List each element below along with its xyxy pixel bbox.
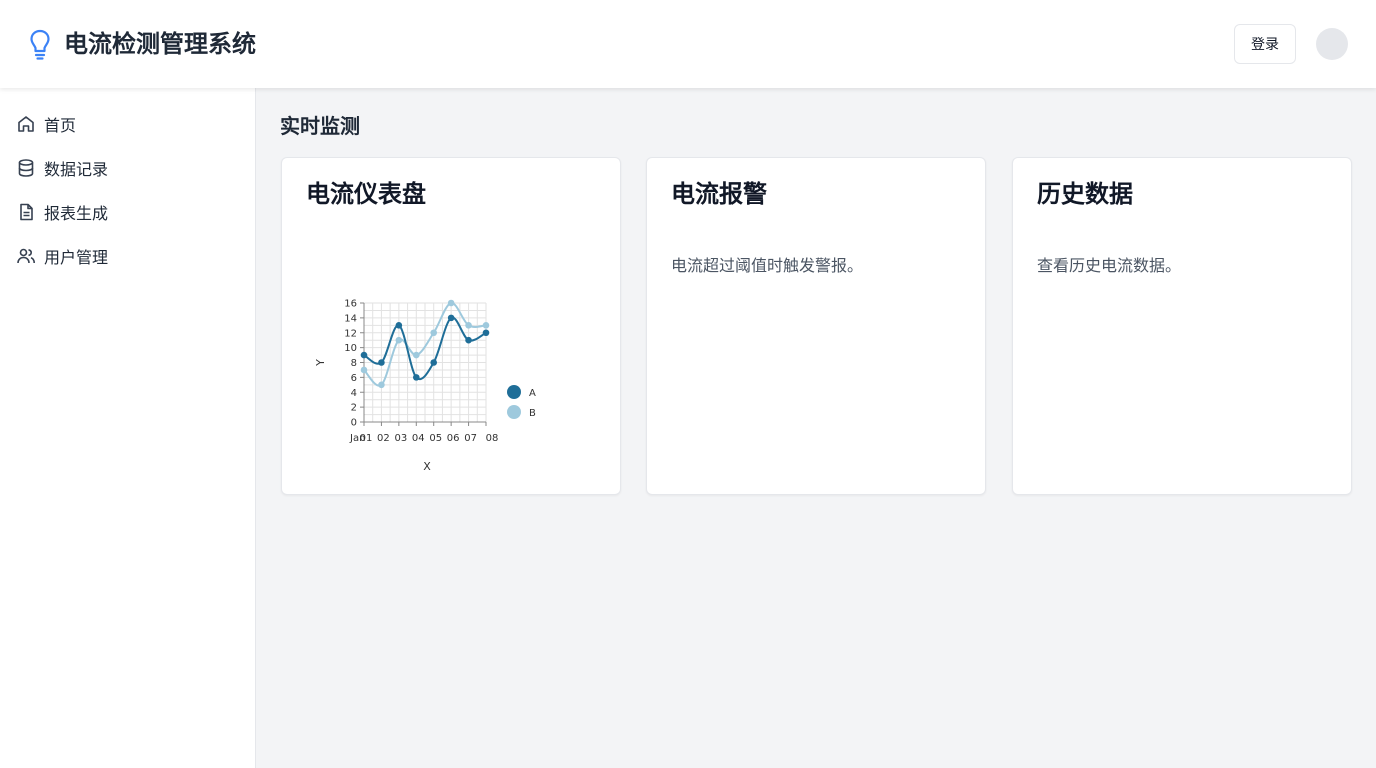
series-a-point — [395, 322, 403, 329]
series-b-point — [378, 381, 385, 389]
series-b-point — [447, 299, 455, 307]
sidebar-item-reports[interactable]: 报表生成 — [16, 200, 108, 224]
sidebar-item-label: 报表生成 — [44, 204, 109, 223]
series-b-point — [482, 322, 490, 329]
y-tick-label: 2 — [351, 403, 357, 414]
section-title: 实时监测 — [280, 114, 360, 138]
series-a-point — [447, 314, 455, 322]
home-icon — [16, 114, 36, 134]
users-icon — [16, 246, 36, 266]
card-description: 电流超过阈值时触发警报。 — [671, 256, 864, 275]
sidebar-item-label: 用户管理 — [44, 248, 109, 267]
x-tick-label: 08 — [486, 433, 499, 444]
current-alarm-card[interactable]: 电流报警 电流超过阈值时触发警报。 — [646, 157, 986, 495]
document-icon — [16, 202, 36, 222]
x-tick-label: 06 — [447, 433, 460, 444]
legend-label: B — [529, 408, 536, 419]
y-tick-label: 14 — [344, 313, 357, 324]
x-tick-label: 01 — [360, 433, 373, 444]
current-chart: 0246810121416Jan01 02 03 04 05 06 07 08XYAB — [314, 299, 536, 474]
series-a-point — [378, 359, 385, 366]
y-tick-label: 8 — [351, 358, 357, 369]
card-description: 查看历史电流数据。 — [1037, 256, 1182, 275]
history-data-card[interactable]: 历史数据 查看历史电流数据。 — [1012, 157, 1352, 495]
y-tick-label: 16 — [344, 299, 357, 310]
series-b-point — [395, 336, 403, 344]
series-a-point — [465, 336, 472, 344]
series-b-point — [360, 366, 368, 374]
y-tick-label: 12 — [344, 328, 357, 339]
series-b-point — [465, 322, 472, 329]
login-button[interactable]: 登录 — [1234, 24, 1296, 64]
sidebar-item-label: 首页 — [44, 116, 77, 135]
x-tick-label: 05 — [429, 433, 442, 444]
legend-label: A — [529, 388, 536, 399]
x-tick-label: 03 — [394, 433, 407, 444]
x-tick-label: 02 — [377, 433, 390, 444]
lightbulb-icon — [28, 28, 52, 62]
sidebar-item-label: 数据记录 — [44, 160, 109, 179]
sidebar-item-users[interactable]: 用户管理 — [16, 244, 108, 268]
series-a-point — [482, 329, 490, 337]
app-title: 电流检测管理系统 — [64, 30, 256, 58]
x-tick-label: 04 — [412, 433, 425, 444]
current-dashboard-card[interactable]: 电流仪表盘 0 2 4 6 8 10 12 14 16 Jan 01 02 03 04 05 06 07 08 X Y… — [281, 157, 621, 495]
card-title: 历史数据 — [1037, 180, 1133, 208]
series-b-point — [430, 329, 438, 337]
database-icon — [16, 158, 36, 178]
app-header: 电流检测管理系统 登录 — [0, 0, 1376, 88]
legend-swatch — [507, 385, 521, 399]
y-axis-label: Y — [314, 359, 327, 367]
x-tick-label: 07 — [464, 433, 477, 444]
y-tick-label: 6 — [351, 373, 357, 384]
card-title: 电流报警 — [671, 180, 767, 208]
x-axis-label: X — [423, 460, 431, 473]
y-tick-label: 0 — [351, 418, 357, 429]
sidebar-item-home[interactable]: 首页 — [16, 112, 76, 136]
y-tick-label: 4 — [351, 388, 357, 399]
series-a-point — [360, 351, 368, 359]
series-b-point — [412, 351, 420, 359]
legend-swatch — [507, 405, 521, 419]
series-a-point — [430, 359, 438, 366]
sidebar: 首页 数据记录 报表生成 用户管理 — [0, 88, 256, 768]
sidebar-item-data-records[interactable]: 数据记录 — [16, 156, 108, 180]
series-a-point — [412, 374, 420, 381]
avatar[interactable] — [1316, 28, 1348, 60]
y-tick-label: 10 — [344, 343, 357, 354]
